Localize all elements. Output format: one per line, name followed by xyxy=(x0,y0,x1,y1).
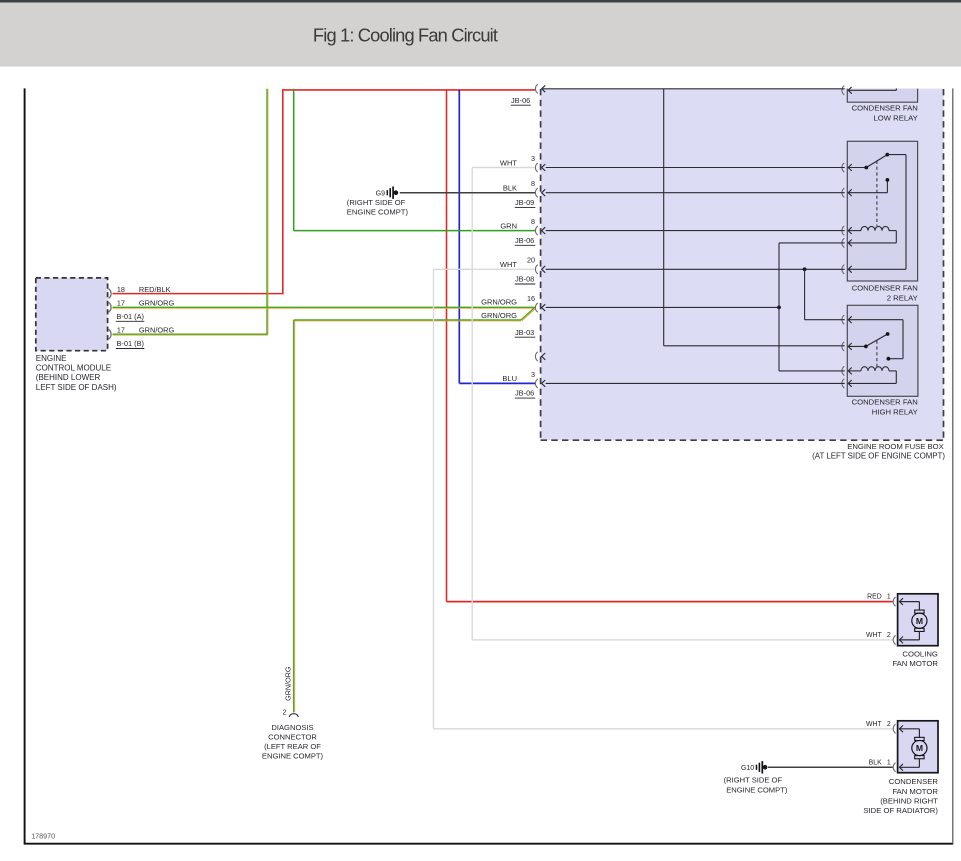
svg-text:1: 1 xyxy=(887,759,891,766)
svg-text:M: M xyxy=(916,616,923,626)
svg-text:1: 1 xyxy=(887,594,891,601)
svg-text:COOLING: COOLING xyxy=(902,649,937,658)
svg-text:G10: G10 xyxy=(741,765,754,772)
svg-text:JB-06: JB-06 xyxy=(515,389,534,398)
svg-text:ENGINE COMPT): ENGINE COMPT) xyxy=(347,208,409,217)
svg-text:17: 17 xyxy=(117,298,125,307)
svg-text:LOW RELAY: LOW RELAY xyxy=(874,113,918,122)
svg-text:BLK: BLK xyxy=(503,184,517,193)
svg-text:(BEHIND LOWER: (BEHIND LOWER xyxy=(36,373,101,382)
svg-text:GRN/ORG: GRN/ORG xyxy=(481,298,517,307)
svg-text:178970: 178970 xyxy=(31,832,55,841)
svg-text:FAN MOTOR: FAN MOTOR xyxy=(892,659,938,668)
svg-text:(AT LEFT SIDE OF ENGINE COMPT): (AT LEFT SIDE OF ENGINE COMPT) xyxy=(812,451,945,460)
svg-text:20: 20 xyxy=(527,256,535,265)
svg-text:CONDENSER FAN: CONDENSER FAN xyxy=(852,284,918,293)
svg-text:GRN/ORG: GRN/ORG xyxy=(139,325,175,334)
svg-text:WHT: WHT xyxy=(500,260,517,269)
svg-text:(RIGHT SIDE OF: (RIGHT SIDE OF xyxy=(724,776,783,785)
svg-text:M: M xyxy=(916,743,923,753)
svg-text:BLU: BLU xyxy=(502,374,517,383)
svg-text:CONDENSER: CONDENSER xyxy=(889,777,939,786)
svg-text:BLK: BLK xyxy=(869,759,882,766)
svg-text:8: 8 xyxy=(531,217,535,226)
svg-text:GRN/ORG: GRN/ORG xyxy=(481,311,517,320)
svg-text:18: 18 xyxy=(117,285,125,294)
svg-text:LEFT SIDE OF DASH): LEFT SIDE OF DASH) xyxy=(36,383,117,392)
svg-text:ENGINE COMPT): ENGINE COMPT) xyxy=(726,785,788,794)
svg-text:8: 8 xyxy=(531,179,535,188)
svg-text:DIAGNOSIS: DIAGNOSIS xyxy=(271,723,313,732)
svg-text:ENGINE COMPT): ENGINE COMPT) xyxy=(262,752,324,761)
svg-text:2: 2 xyxy=(887,632,891,639)
svg-text:GRN: GRN xyxy=(500,221,517,230)
svg-text:RED/BLK: RED/BLK xyxy=(139,285,171,294)
svg-text:SIDE OF RADIATOR): SIDE OF RADIATOR) xyxy=(863,806,938,815)
svg-text:ENGINE: ENGINE xyxy=(36,354,67,363)
svg-text:WHT: WHT xyxy=(866,632,882,639)
svg-text:WHT: WHT xyxy=(866,721,882,728)
svg-text:16: 16 xyxy=(527,294,535,303)
svg-text:RED: RED xyxy=(867,594,882,601)
svg-text:G9: G9 xyxy=(376,190,385,197)
svg-text:(LEFT REAR OF: (LEFT REAR OF xyxy=(264,742,321,751)
svg-text:FAN MOTOR: FAN MOTOR xyxy=(892,787,938,796)
svg-text:2: 2 xyxy=(887,721,891,728)
svg-text:Fig 1: Cooling Fan Circuit: Fig 1: Cooling Fan Circuit xyxy=(313,25,498,46)
svg-text:JB-06: JB-06 xyxy=(515,236,534,245)
svg-text:JB-06: JB-06 xyxy=(511,96,530,105)
svg-text:17: 17 xyxy=(117,325,125,334)
svg-text:B-01 (B): B-01 (B) xyxy=(117,339,145,348)
svg-text:HIGH RELAY: HIGH RELAY xyxy=(872,407,918,416)
svg-text:GRN/ORG: GRN/ORG xyxy=(283,666,292,701)
svg-text:(BEHIND RIGHT: (BEHIND RIGHT xyxy=(880,796,938,805)
svg-text:JB-03: JB-03 xyxy=(515,328,534,337)
svg-text:B-01 (A): B-01 (A) xyxy=(117,312,145,321)
svg-text:CONDENSER FAN: CONDENSER FAN xyxy=(852,104,918,113)
svg-text:3: 3 xyxy=(531,154,535,163)
svg-text:GRN/ORG: GRN/ORG xyxy=(139,298,175,307)
svg-text:JB-09: JB-09 xyxy=(515,198,534,207)
svg-text:CONNECTOR: CONNECTOR xyxy=(268,732,317,741)
svg-text:JB-08: JB-08 xyxy=(515,275,534,284)
svg-text:WHT: WHT xyxy=(500,158,517,167)
svg-text:CONDENSER FAN: CONDENSER FAN xyxy=(852,398,918,407)
svg-text:2: 2 xyxy=(283,708,287,717)
svg-text:CONTROL MODULE: CONTROL MODULE xyxy=(36,364,111,373)
svg-text:(RIGHT SIDE OF: (RIGHT SIDE OF xyxy=(347,198,406,207)
svg-text:2 RELAY: 2 RELAY xyxy=(887,293,918,302)
svg-text:3: 3 xyxy=(531,370,535,379)
svg-text:ENGINE ROOM FUSE BOX: ENGINE ROOM FUSE BOX xyxy=(847,442,944,451)
